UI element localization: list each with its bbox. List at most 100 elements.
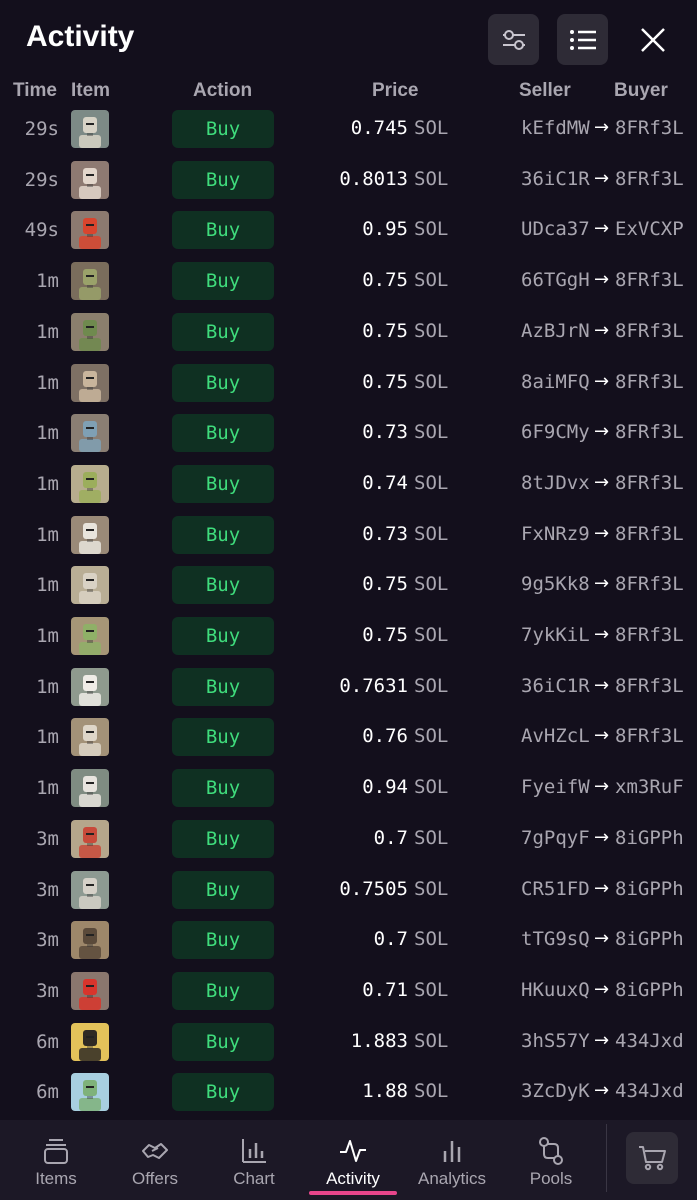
row-seller[interactable]: 7gPqyF	[521, 827, 590, 849]
buy-action-badge[interactable]: Buy	[172, 363, 274, 402]
row-seller[interactable]: 3hS57Y	[521, 1030, 590, 1052]
row-seller[interactable]: FyeifW	[521, 776, 590, 798]
row-seller[interactable]: 36iC1R	[521, 168, 590, 190]
table-row[interactable]: 6m Buy 1.883 SOL 3hS57Y → 434Jxd	[0, 1017, 697, 1068]
nft-thumbnail[interactable]	[71, 1022, 109, 1061]
table-row[interactable]: 1m Buy 0.75 SOL 66TGgH → 8FRf3L	[0, 256, 697, 307]
buy-action-badge[interactable]: Buy	[172, 819, 274, 858]
tab-pools[interactable]: Pools	[506, 1136, 596, 1196]
row-seller[interactable]: AvHZcL	[521, 725, 590, 747]
buy-action-badge[interactable]: Buy	[172, 160, 274, 199]
table-row[interactable]: 6m Buy 1.88 SOL 3ZcDyK → 434Jxd	[0, 1067, 697, 1118]
nft-thumbnail[interactable]	[71, 870, 109, 909]
table-row[interactable]: 1m Buy 0.73 SOL 6F9CMy → 8FRf3L	[0, 408, 697, 459]
buy-action-badge[interactable]: Buy	[172, 921, 274, 960]
buy-action-badge[interactable]: Buy	[172, 1073, 274, 1112]
table-row[interactable]: 1m Buy 0.74 SOL 8tJDvx → 8FRf3L	[0, 459, 697, 510]
table-row[interactable]: 1m Buy 0.75 SOL 8aiMFQ → 8FRf3L	[0, 358, 697, 409]
row-seller[interactable]: 3ZcDyK	[521, 1080, 590, 1102]
nft-thumbnail[interactable]	[71, 414, 109, 453]
row-buyer[interactable]: 8FRf3L	[615, 117, 684, 139]
nft-thumbnail[interactable]	[71, 819, 109, 858]
filter-button[interactable]	[488, 14, 539, 65]
tab-activity[interactable]: Activity	[308, 1136, 398, 1196]
buy-action-badge[interactable]: Buy	[172, 718, 274, 757]
row-buyer[interactable]: 8FRf3L	[615, 371, 684, 393]
buy-action-badge[interactable]: Buy	[172, 211, 274, 250]
buy-action-badge[interactable]: Buy	[172, 971, 274, 1010]
row-buyer[interactable]: 8FRf3L	[615, 421, 684, 443]
row-seller[interactable]: 66TGgH	[521, 269, 590, 291]
tab-items[interactable]: Items	[11, 1136, 101, 1196]
buy-action-badge[interactable]: Buy	[172, 110, 274, 148]
row-buyer[interactable]: 8iGPPh	[615, 878, 684, 900]
row-seller[interactable]: FxNRz9	[521, 523, 590, 545]
row-buyer[interactable]: xm3RuF	[615, 776, 684, 798]
table-row[interactable]: 49s Buy 0.95 SOL UDca37 → ExVCXP	[0, 205, 697, 256]
row-seller[interactable]: 7ykKiL	[521, 624, 590, 646]
row-buyer[interactable]: 8FRf3L	[615, 472, 684, 494]
tab-chart[interactable]: Chart	[209, 1136, 299, 1196]
nft-thumbnail[interactable]	[71, 971, 109, 1010]
nft-thumbnail[interactable]	[71, 363, 109, 402]
row-seller[interactable]: tTG9sQ	[521, 928, 590, 950]
buy-action-badge[interactable]: Buy	[172, 566, 274, 605]
row-buyer[interactable]: 8FRf3L	[615, 675, 684, 697]
row-buyer[interactable]: 8FRf3L	[615, 269, 684, 291]
buy-action-badge[interactable]: Buy	[172, 262, 274, 301]
table-row[interactable]: 1m Buy 0.73 SOL FxNRz9 → 8FRf3L	[0, 510, 697, 561]
row-buyer[interactable]: 8FRf3L	[615, 725, 684, 747]
buy-action-badge[interactable]: Buy	[172, 515, 274, 554]
row-seller[interactable]: CR51FD	[521, 878, 590, 900]
table-row[interactable]: 3m Buy 0.7505 SOL CR51FD → 8iGPPh	[0, 865, 697, 916]
row-buyer[interactable]: 8FRf3L	[615, 523, 684, 545]
nft-thumbnail[interactable]	[71, 718, 109, 757]
nft-thumbnail[interactable]	[71, 921, 109, 960]
buy-action-badge[interactable]: Buy	[172, 1022, 274, 1061]
buy-action-badge[interactable]: Buy	[172, 312, 274, 351]
tab-offers[interactable]: Offers	[110, 1136, 200, 1196]
nft-thumbnail[interactable]	[71, 211, 109, 250]
row-buyer[interactable]: 8FRf3L	[615, 624, 684, 646]
row-buyer[interactable]: 8iGPPh	[615, 827, 684, 849]
row-buyer[interactable]: 8iGPPh	[615, 979, 684, 1001]
row-buyer[interactable]: 434Jxd	[615, 1030, 684, 1052]
row-seller[interactable]: kEfdMW	[521, 117, 590, 139]
table-row[interactable]: 1m Buy 0.75 SOL 9g5Kk8 → 8FRf3L	[0, 560, 697, 611]
buy-action-badge[interactable]: Buy	[172, 414, 274, 453]
nft-thumbnail[interactable]	[71, 769, 109, 808]
list-view-button[interactable]	[557, 14, 608, 65]
row-buyer[interactable]: 434Jxd	[615, 1080, 684, 1102]
table-row[interactable]: 3m Buy 0.71 SOL HKuuxQ → 8iGPPh	[0, 966, 697, 1017]
buy-action-badge[interactable]: Buy	[172, 617, 274, 655]
nft-thumbnail[interactable]	[71, 110, 109, 148]
cart-button[interactable]	[626, 1132, 678, 1184]
row-seller[interactable]: 8tJDvx	[521, 472, 590, 494]
table-row[interactable]: 1m Buy 0.75 SOL 7ykKiL → 8FRf3L	[0, 611, 697, 662]
row-buyer[interactable]: 8FRf3L	[615, 168, 684, 190]
buy-action-badge[interactable]: Buy	[172, 870, 274, 909]
buy-action-badge[interactable]: Buy	[172, 667, 274, 706]
table-row[interactable]: 1m Buy 0.7631 SOL 36iC1R → 8FRf3L	[0, 662, 697, 713]
table-row[interactable]: 3m Buy 0.7 SOL 7gPqyF → 8iGPPh	[0, 814, 697, 865]
table-row[interactable]: 1m Buy 0.94 SOL FyeifW → xm3RuF	[0, 763, 697, 814]
row-seller[interactable]: 8aiMFQ	[521, 371, 590, 393]
nft-thumbnail[interactable]	[71, 312, 109, 351]
row-buyer[interactable]: 8FRf3L	[615, 573, 684, 595]
buy-action-badge[interactable]: Buy	[172, 769, 274, 808]
nft-thumbnail[interactable]	[71, 160, 109, 199]
row-seller[interactable]: 9g5Kk8	[521, 573, 590, 595]
nft-thumbnail[interactable]	[71, 1073, 109, 1112]
row-buyer[interactable]: ExVCXP	[615, 218, 684, 240]
nft-thumbnail[interactable]	[71, 566, 109, 605]
row-seller[interactable]: 6F9CMy	[521, 421, 590, 443]
nft-thumbnail[interactable]	[71, 515, 109, 554]
nft-thumbnail[interactable]	[71, 617, 109, 655]
tab-analytics[interactable]: Analytics	[407, 1136, 497, 1196]
nft-thumbnail[interactable]	[71, 667, 109, 706]
nft-thumbnail[interactable]	[71, 464, 109, 503]
row-buyer[interactable]: 8FRf3L	[615, 320, 684, 342]
row-buyer[interactable]: 8iGPPh	[615, 928, 684, 950]
row-seller[interactable]: 36iC1R	[521, 675, 590, 697]
table-row[interactable]: 3m Buy 0.7 SOL tTG9sQ → 8iGPPh	[0, 915, 697, 966]
